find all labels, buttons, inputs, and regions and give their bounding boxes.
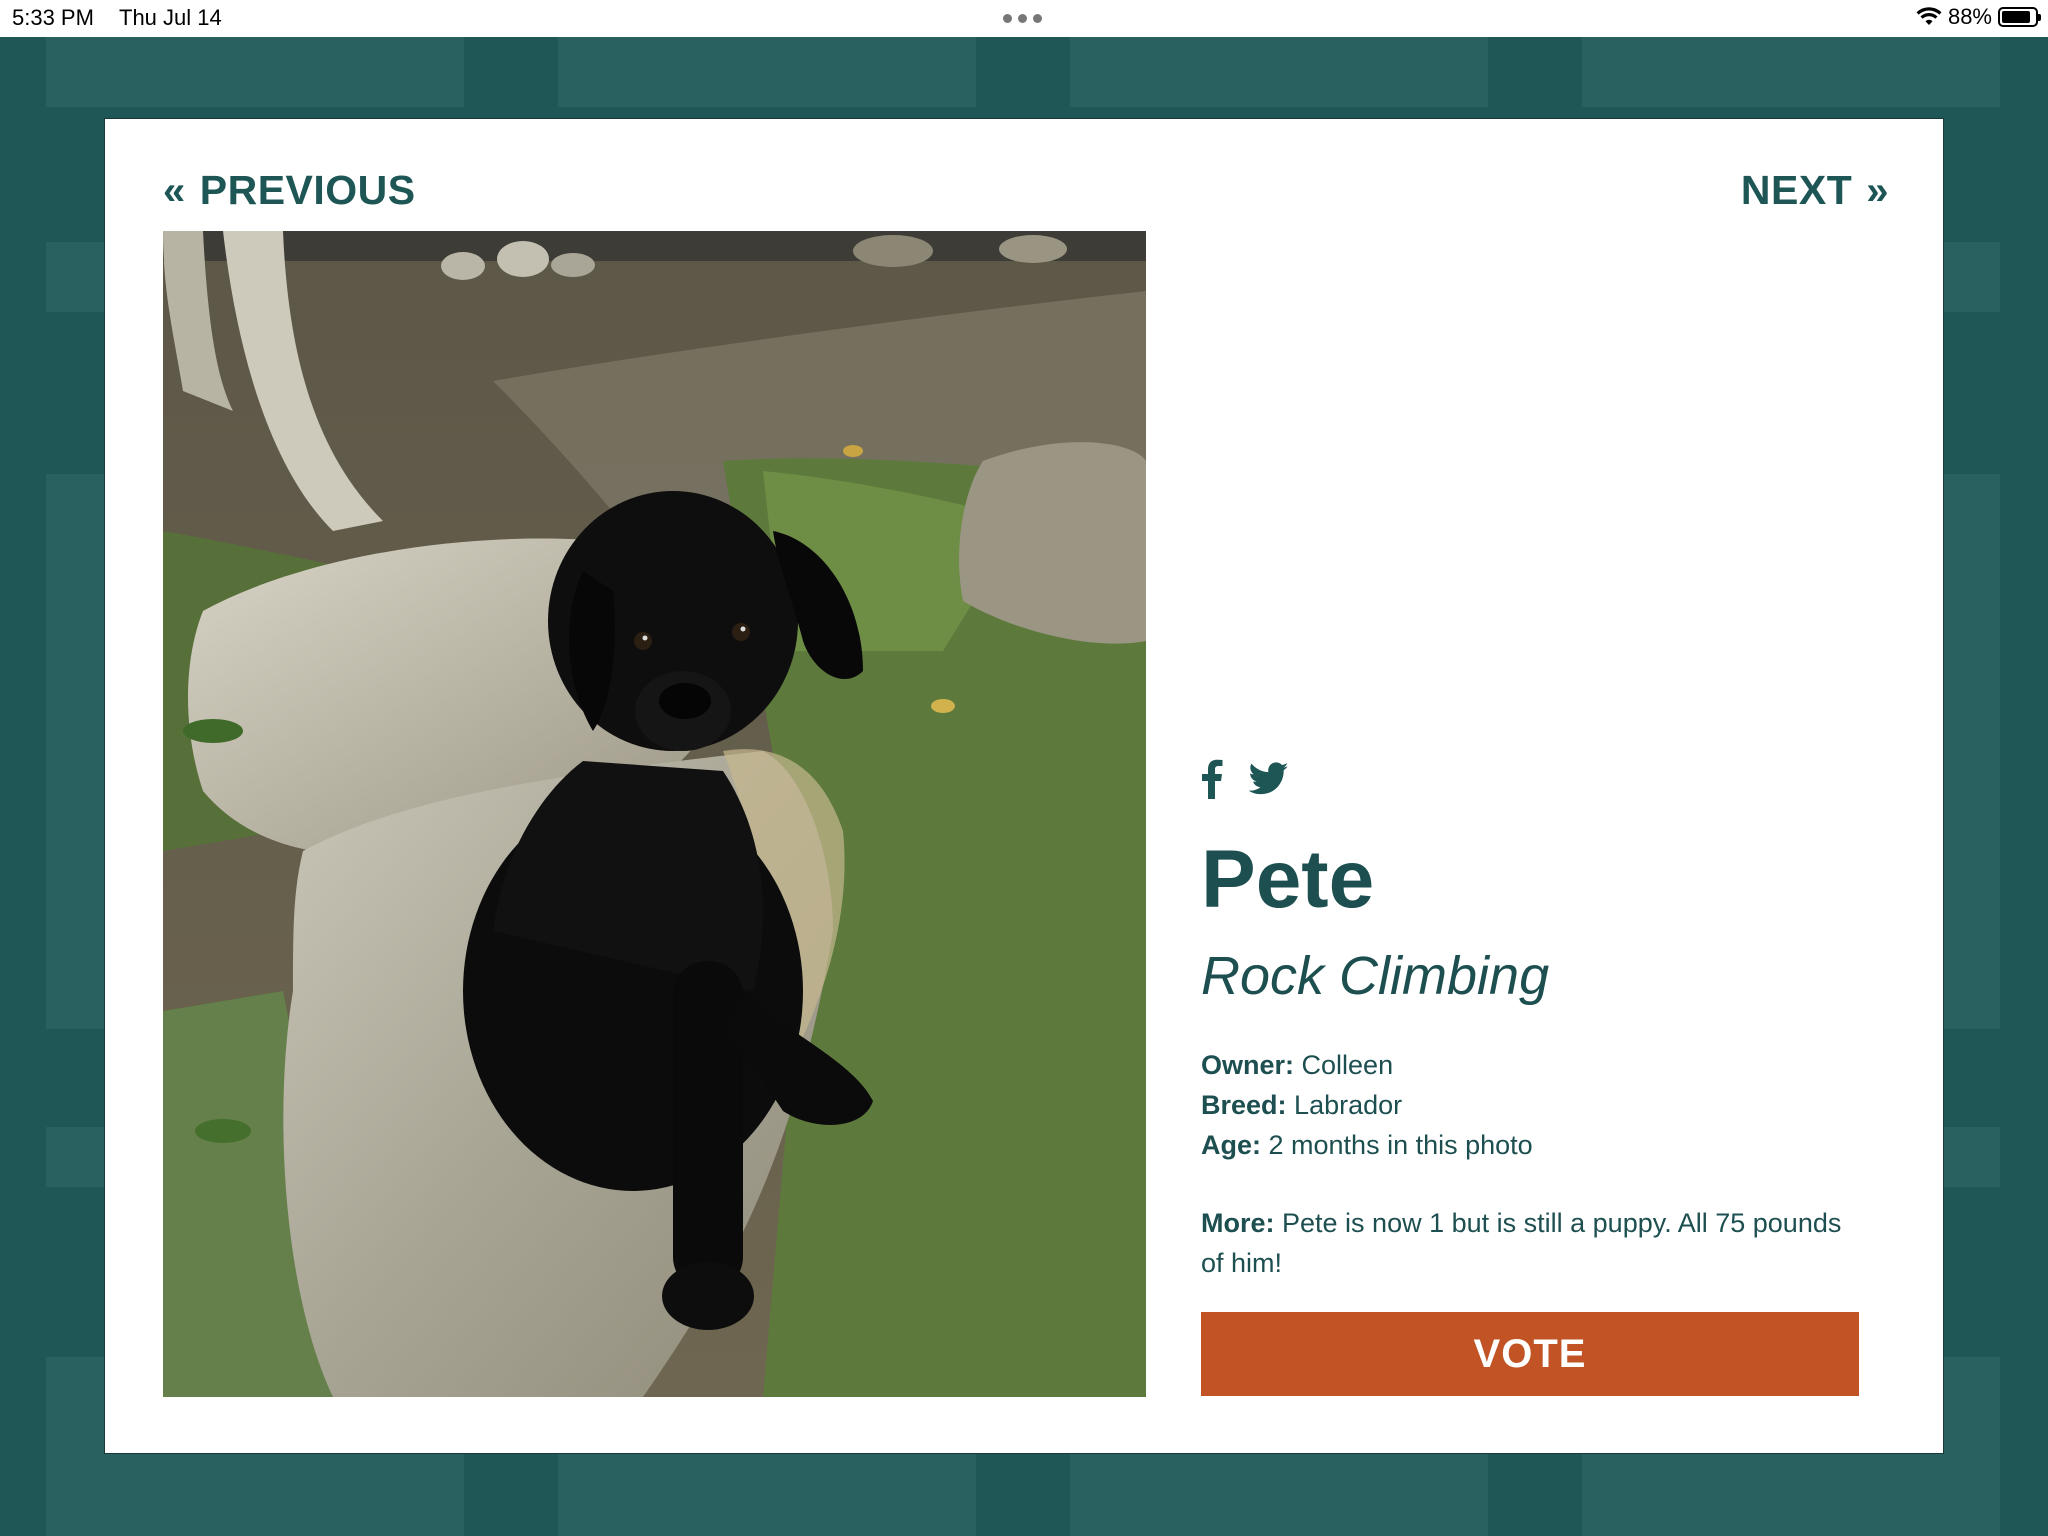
pet-category: Rock Climbing	[1201, 946, 1550, 1006]
double-chevron-left-icon: «	[163, 168, 186, 213]
breed-label: Breed:	[1201, 1090, 1287, 1120]
battery-percent: 88%	[1947, 4, 1992, 29]
twitter-icon[interactable]	[1249, 762, 1289, 796]
facebook-icon[interactable]	[1201, 759, 1223, 799]
breed-row: Breed: Labrador	[1201, 1085, 1533, 1125]
breed-value: Labrador	[1294, 1090, 1403, 1120]
pet-detail-modal: « PREVIOUS NEXT » Pete Rock Climbing Own…	[104, 118, 1944, 1454]
owner-row: Owner: Colleen	[1201, 1045, 1533, 1085]
age-row: Age: 2 months in this photo	[1201, 1125, 1533, 1165]
social-share	[1201, 759, 1289, 799]
status-date: Thu Jul 14	[119, 5, 222, 30]
more-text: Pete is now 1 but is still a puppy. All …	[1201, 1208, 1842, 1278]
pet-info: Pete Rock Climbing Owner: Colleen Breed:…	[1201, 119, 1881, 1453]
previous-button[interactable]: « PREVIOUS	[163, 167, 416, 214]
status-time: 5:33 PM	[12, 5, 94, 30]
battery-icon	[1998, 7, 2041, 27]
age-value: 2 months in this photo	[1268, 1130, 1533, 1160]
pet-details: Owner: Colleen Breed: Labrador Age: 2 mo…	[1201, 1045, 1533, 1165]
owner-label: Owner:	[1201, 1050, 1295, 1080]
previous-label: PREVIOUS	[199, 167, 416, 213]
multitask-dots-icon[interactable]	[1003, 14, 1042, 23]
puppy-photo-illustration	[163, 231, 1146, 1397]
status-indicators: 88%	[1916, 4, 2041, 30]
more-label: More:	[1201, 1208, 1275, 1238]
status-bar: 5:33 PM Thu Jul 14 88%	[0, 0, 2048, 37]
vote-button[interactable]: VOTE	[1201, 1312, 1859, 1396]
pet-name: Pete	[1201, 834, 1375, 925]
age-label: Age:	[1201, 1130, 1261, 1160]
battery-level-fill	[2002, 11, 2030, 23]
more-description: More: Pete is now 1 but is still a puppy…	[1201, 1203, 1861, 1283]
wifi-icon	[1916, 7, 1942, 25]
owner-value: Colleen	[1301, 1050, 1394, 1080]
pet-photo	[163, 231, 1146, 1397]
